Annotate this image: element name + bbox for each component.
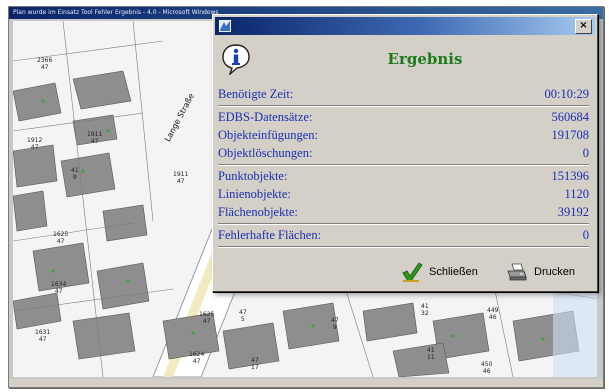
dialog-heading: Ergebnis [387,50,463,68]
close-dialog-button[interactable]: Schließen [401,261,491,283]
result-value: 0 [582,228,589,242]
separator [218,105,589,107]
parcel-label: 1631 47 [35,329,51,343]
parcel-label: 47 9 [331,317,339,331]
dialog-title-bar[interactable]: × [215,17,595,35]
separator [218,223,589,225]
close-button[interactable]: × [575,19,592,34]
parcel-label: 1634 47 [51,281,67,295]
result-label: Objekteinfügungen: [218,128,318,142]
result-row: Objektlöschungen: 0 [218,144,589,162]
background-status-bar [9,379,603,387]
result-row: Objekteinfügungen: 191708 [218,126,589,144]
parcel-label: 450 46 [481,361,493,375]
result-label: Punktobjekte: [218,169,288,183]
result-dialog: × Ergebnis Benötigte Zeit: 00:10:29 EDBS… [212,14,598,292]
checkmark-icon [402,262,423,282]
print-button-label: Drucken [534,266,575,278]
results-table: Benötigte Zeit: 00:10:29 EDBS-Datensätze… [218,85,589,249]
result-row: Linienobjekte: 1120 [218,185,589,203]
parcel-label: 41 9 [71,167,79,181]
result-label: Benötigte Zeit: [218,87,294,101]
printer-icon [507,263,527,281]
result-value: 191708 [551,128,590,142]
parcel-label: 41 11 [427,347,435,361]
parcel-label: 1625 47 [53,231,69,245]
result-value: 00:10:29 [544,87,589,101]
parcel-label: 47 17 [251,357,259,371]
result-label: Flächenobjekte: [218,205,298,219]
result-value: 560684 [551,110,590,124]
separator [218,246,589,248]
close-button-label: Schließen [429,266,478,278]
parcel-label: 1911 47 [173,171,189,185]
dialog-button-bar: Schließen Drucken [213,261,593,283]
parcel-label: 1912 47 [27,137,43,151]
result-row: Punktobjekte: 151396 [218,167,589,185]
app-icon [218,19,232,33]
result-row: Benötigte Zeit: 00:10:29 [218,85,589,103]
result-value: 1120 [564,187,589,201]
result-label: Linienobjekte: [218,187,291,201]
result-label: Objektlöschungen: [218,146,313,160]
separator [218,164,589,166]
parcel-label: 2366 47 [37,57,53,71]
result-row: Flächenobjekte: 39192 [218,203,589,221]
parcel-label: 47 5 [239,309,247,323]
result-value: 0 [582,146,589,160]
parcel-label: 1625 47 [199,311,215,325]
parcel-label: 449 46 [487,307,499,321]
result-value: 151396 [551,169,590,183]
print-button[interactable]: Drucken [506,261,591,283]
parcel-label: 1911 47 [87,131,103,145]
result-row: EDBS-Datensätze: 560684 [218,108,589,126]
result-label: EDBS-Datensätze: [218,110,313,124]
result-label: Fehlerhafte Flächen: [218,228,322,242]
result-value: 39192 [557,205,589,219]
parcel-label: 1624 47 [189,351,205,365]
result-row: Fehlerhafte Flächen: 0 [218,226,589,244]
parcel-label: 41 32 [421,303,429,317]
